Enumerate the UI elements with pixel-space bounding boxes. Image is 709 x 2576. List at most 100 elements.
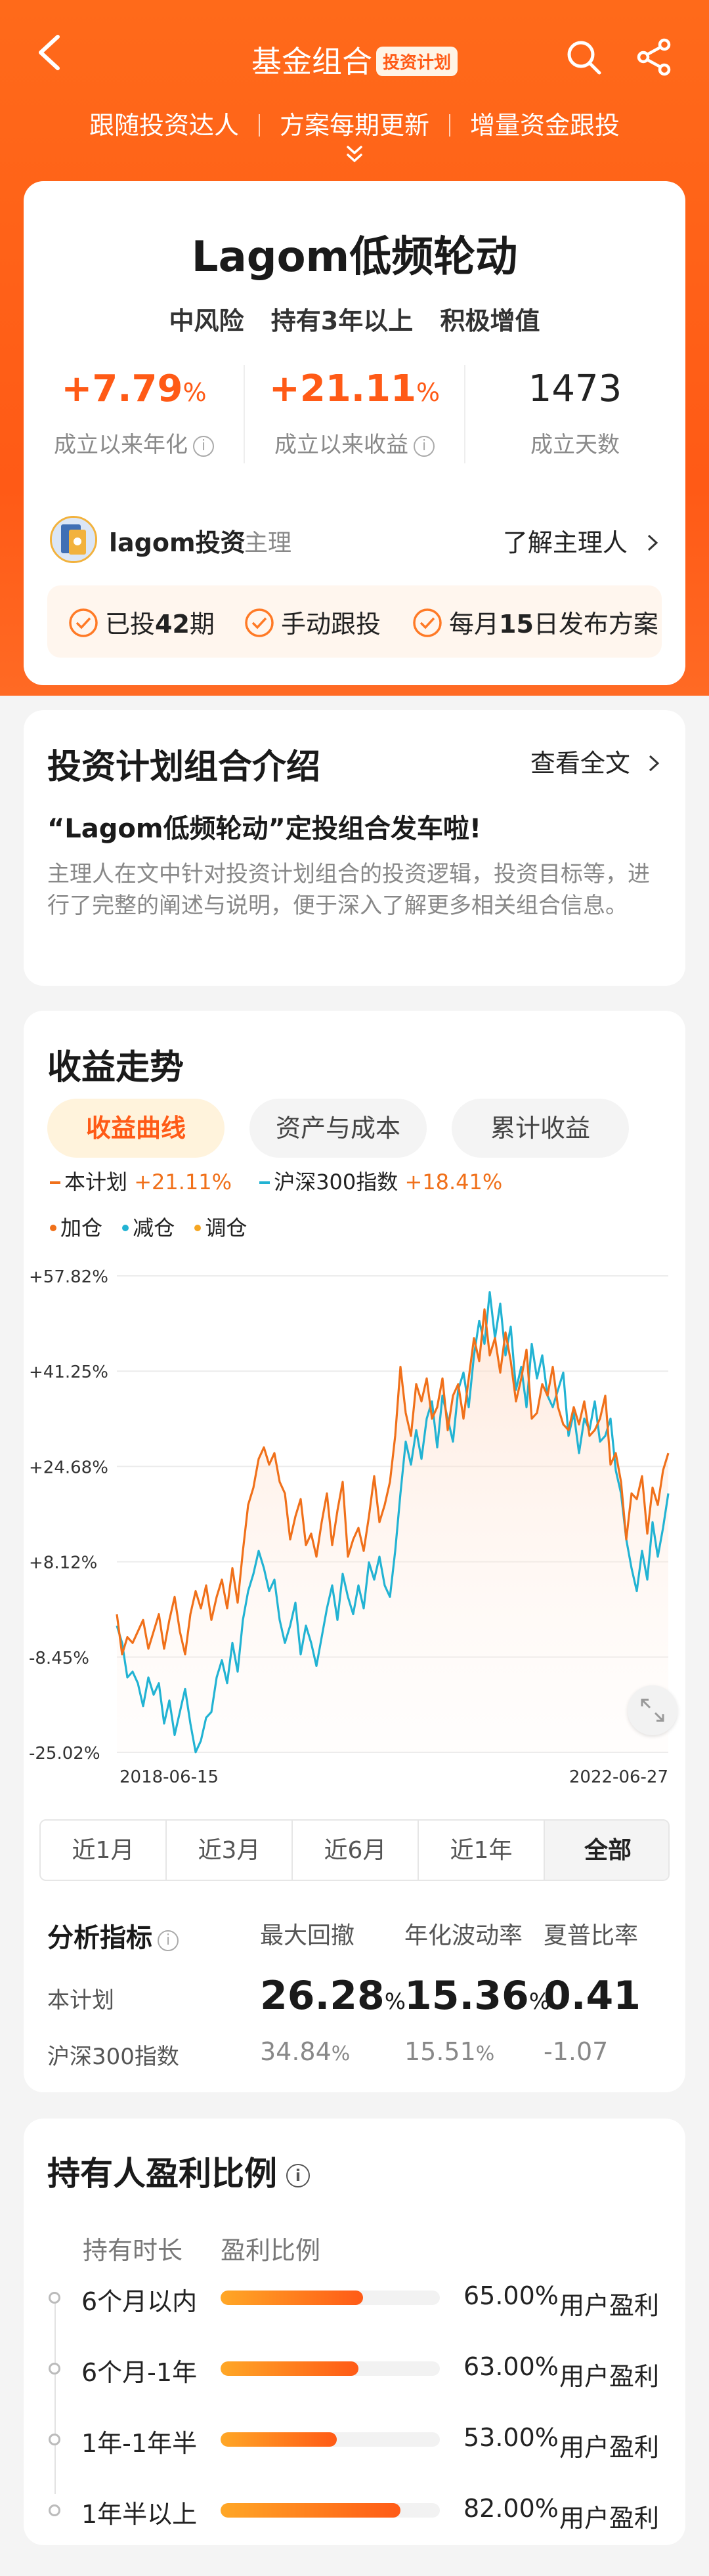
- plan-tag: 投资计划: [376, 47, 458, 76]
- check-circle-icon: [413, 608, 442, 637]
- tab-asset-cost[interactable]: 资产与成本: [249, 1099, 427, 1158]
- plan-volatility: 15.36%: [404, 1973, 551, 2019]
- badge-invested-periods: 已投42期: [68, 604, 215, 639]
- manager-role: 主理: [244, 530, 292, 557]
- metric-annualized: +7.79% 成立以来年化 i: [24, 345, 244, 463]
- profit-bar-fill: [221, 2291, 364, 2305]
- metric-label: 成立以来年化 i: [24, 427, 244, 459]
- header-max-drawdown: 最大回撤: [260, 1922, 355, 1949]
- manager-row[interactable]: lagom投资 主理 了解主理人: [50, 513, 660, 566]
- slogan-2: 方案每期更新: [279, 111, 429, 140]
- y-tick-label: +57.82%: [29, 1267, 108, 1287]
- range-1y[interactable]: 近1年: [419, 1821, 545, 1880]
- metric-value: +21.11%: [269, 368, 440, 410]
- range-3m[interactable]: 近3月: [167, 1821, 293, 1880]
- check-circle-icon: [245, 608, 274, 637]
- row-suffix: 用户盈利: [559, 2504, 660, 2533]
- legend-name: 沪深300指数: [274, 1170, 398, 1194]
- y-tick-label: -25.02%: [29, 1744, 100, 1763]
- range-selector: 近1月 近3月 近6月 近1年 全部: [39, 1819, 670, 1881]
- index-sharpe: -1.07: [544, 2037, 609, 2066]
- profit-bar-track: [221, 2291, 440, 2305]
- x-tick-label: 2018-06-15: [119, 1767, 219, 1787]
- intro-title: 投资计划组合介绍: [47, 748, 321, 787]
- search-icon[interactable]: [563, 37, 604, 77]
- tab-cumulative[interactable]: 累计收益: [452, 1099, 629, 1158]
- manager-name: lagom投资: [109, 528, 246, 557]
- profit-row: 6个月-1年 63.00% 用户盈利: [24, 2347, 685, 2399]
- info-icon[interactable]: i: [158, 1930, 179, 1951]
- header-volatility: 年化波动率: [404, 1922, 523, 1949]
- row-suffix: 用户盈利: [559, 2362, 660, 2391]
- row-period: 1年半以上: [81, 2500, 198, 2529]
- plan-area: [117, 1309, 668, 1752]
- index-max-drawdown: 34.84%: [260, 2037, 351, 2066]
- timeline-dot: [49, 2504, 60, 2516]
- fund-tags: 中风险 持有3年以上 积极增值: [24, 301, 685, 337]
- holding-tag: 持有3年以上: [270, 306, 414, 335]
- col-holding-period: 持有时长: [83, 2236, 183, 2265]
- chevron-right-icon: [649, 755, 660, 772]
- y-tick-label: +8.12%: [29, 1553, 97, 1573]
- info-icon[interactable]: i: [286, 2164, 310, 2187]
- profit-row: 1年半以上 82.00% 用户盈利: [24, 2489, 685, 2541]
- slogan-1: 跟随投资达人: [89, 111, 239, 140]
- info-icon[interactable]: i: [193, 436, 214, 457]
- row-percent: 82.00%: [463, 2494, 559, 2523]
- row-suffix: 用户盈利: [559, 2291, 660, 2320]
- metric-label: 成立天数: [530, 432, 620, 458]
- metric-days: 1473 成立天数: [465, 345, 685, 463]
- return-chart[interactable]: +57.82% +41.25% +24.68% +8.12% -8.45% -25.02%…: [24, 1254, 685, 1792]
- y-tick-label: -8.45%: [29, 1649, 89, 1668]
- profit-bar-track: [221, 2503, 440, 2518]
- profit-bar-fill: [221, 2432, 337, 2447]
- goal-tag: 积极增值: [440, 306, 540, 335]
- top-bar: 基金组合 投资计划: [0, 13, 709, 85]
- row-period: 1年-1年半: [81, 2429, 198, 2458]
- badge-monthly-plan: 每月15日发布方案: [412, 604, 658, 639]
- read-full-link[interactable]: 查看全文: [530, 743, 662, 779]
- timeline-dot: [49, 2292, 60, 2304]
- intro-headline[interactable]: “Lagom低频轮动”定投组合发车啦!: [47, 807, 481, 845]
- marker-legend: 加仓 减仓 调仓: [50, 1212, 247, 1242]
- chart-legend: 本计划 +21.11% 沪深300指数 +18.41%: [50, 1166, 502, 1196]
- fullscreen-button[interactable]: [628, 1685, 677, 1735]
- timeline-dot: [49, 2434, 60, 2445]
- metric-total-return: +21.11% 成立以来收益 i: [244, 345, 465, 463]
- profit-row: 6个月以内 65.00% 用户盈利: [24, 2276, 685, 2329]
- analysis-title: 分析指标 i: [47, 1916, 179, 1954]
- range-1m[interactable]: 近1月: [41, 1821, 167, 1880]
- profit-bar-track: [221, 2432, 440, 2447]
- marker-sell: 减仓: [133, 1215, 175, 1240]
- y-tick-label: +41.25%: [29, 1362, 108, 1382]
- metric-value: +7.79%: [61, 368, 207, 410]
- profit-row: 1年-1年半 53.00% 用户盈利: [24, 2418, 685, 2470]
- double-chevron-down-icon[interactable]: [341, 143, 368, 167]
- plan-sharpe: 0.41: [544, 1973, 641, 2019]
- legend-value: +18.41%: [404, 1170, 503, 1194]
- legend-swatch: [50, 1181, 60, 1184]
- row-percent: 65.00%: [463, 2281, 559, 2310]
- profit-bar-fill: [221, 2361, 359, 2376]
- tab-return-curve[interactable]: 收益曲线: [47, 1099, 225, 1158]
- legend-dot: [122, 1225, 129, 1231]
- fund-name: Lagom低频轮动: [191, 233, 518, 282]
- check-circle-icon: [69, 608, 98, 637]
- chevron-right-icon: [647, 534, 658, 551]
- share-icon[interactable]: [634, 37, 675, 77]
- slogan-bar: 跟随投资达人 方案每期更新 增量资金跟投: [0, 105, 709, 141]
- row-percent: 63.00%: [463, 2352, 559, 2381]
- range-6m[interactable]: 近6月: [293, 1821, 419, 1880]
- range-all[interactable]: 全部: [545, 1821, 668, 1880]
- trend-title: 收益走势: [47, 1048, 184, 1087]
- info-icon[interactable]: i: [414, 436, 435, 457]
- manager-link[interactable]: 了解主理人: [503, 522, 660, 559]
- index-volatility: 15.51%: [404, 2037, 495, 2066]
- row-label-index: 沪深300指数: [47, 2044, 179, 2070]
- risk-tag: 中风险: [169, 306, 244, 335]
- legend-dot: [194, 1225, 202, 1231]
- legend-name: 本计划: [64, 1170, 128, 1194]
- avatar: [50, 516, 97, 563]
- legend-swatch: [259, 1181, 270, 1184]
- metric-label: 成立以来收益 i: [244, 427, 465, 459]
